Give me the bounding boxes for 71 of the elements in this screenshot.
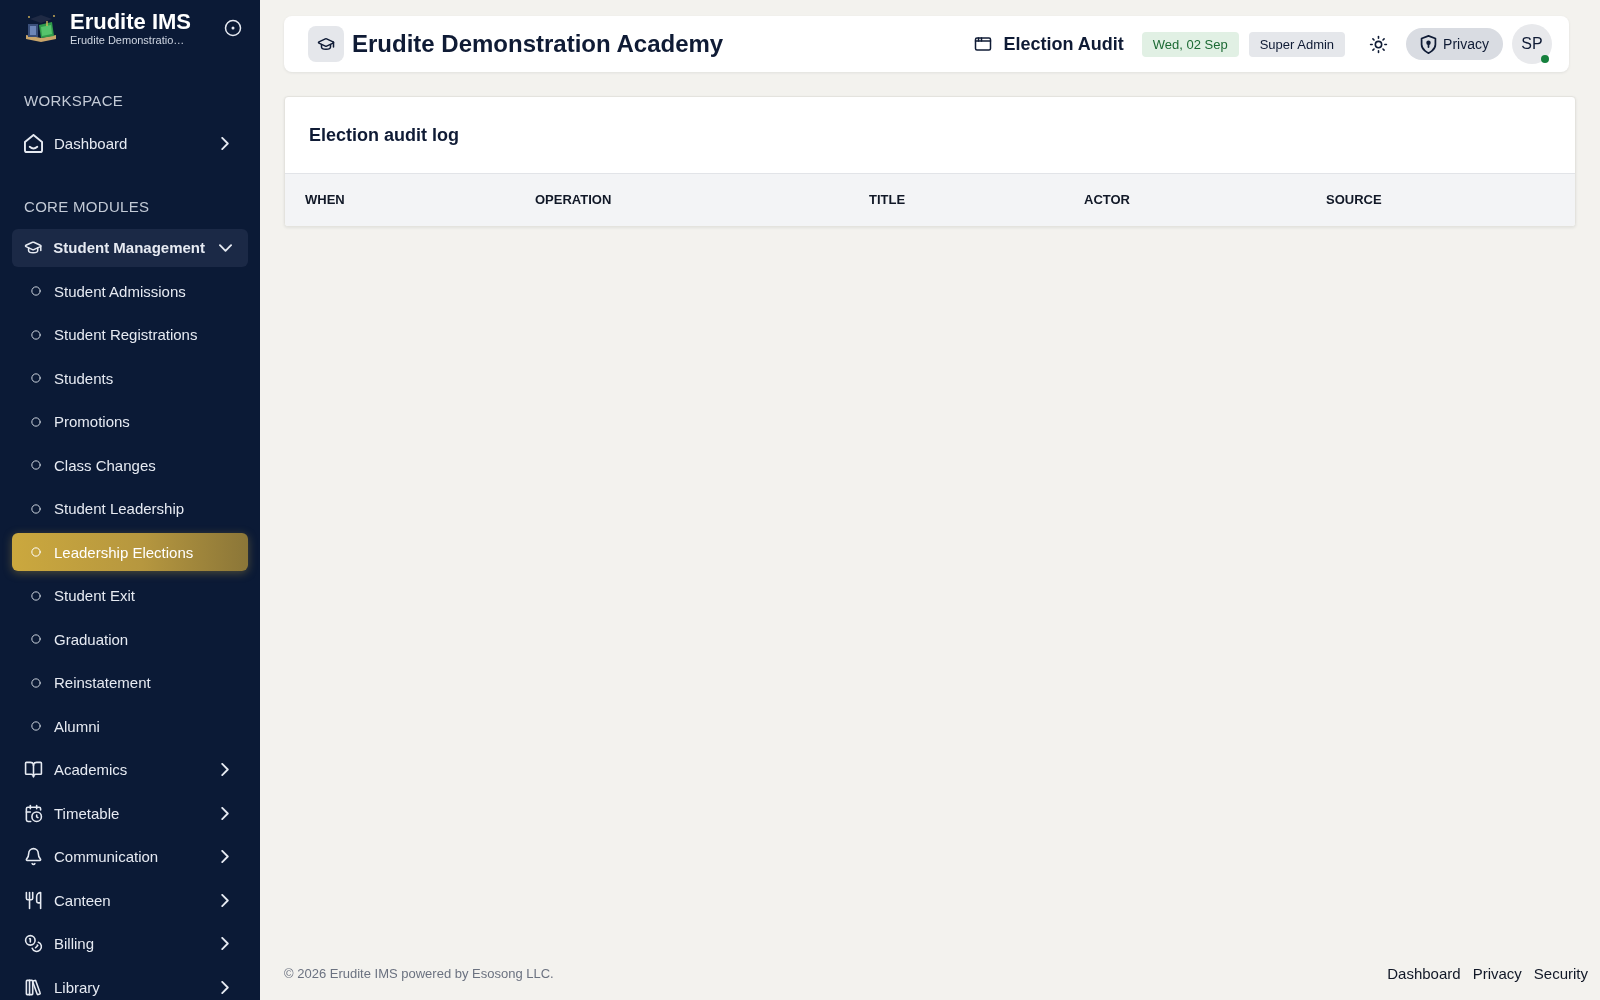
circle-icon <box>31 416 41 427</box>
footer-link[interactable]: Dashboard <box>1387 965 1461 982</box>
chevron-right-icon <box>221 763 229 776</box>
chevron-right-icon <box>221 806 229 820</box>
circle-icon <box>31 460 41 470</box>
chevron-right-icon <box>221 850 229 863</box>
footer-link[interactable]: Privacy <box>1472 965 1522 982</box>
nav-item[interactable]: Library <box>12 968 248 1000</box>
column-header: ACTOR <box>1064 173 1306 226</box>
circle-icon <box>31 373 41 383</box>
footer-link[interactable]: Security <box>1533 965 1588 982</box>
graduation-cap-icon <box>24 238 43 257</box>
shield-icon <box>1420 34 1438 54</box>
copyright-text: © 2026 Erudite IMS powered by Esosong LLC. <box>284 966 554 981</box>
chevron-right-icon <box>221 893 229 907</box>
nav-subitem[interactable]: Graduation <box>12 620 248 658</box>
chevron-right-icon <box>221 937 229 950</box>
privacy-button[interactable]: Privacy <box>1406 28 1503 60</box>
nav-subitem[interactable]: Students <box>12 359 248 397</box>
circle-icon <box>31 721 41 731</box>
section-heading: CORE MODULES <box>23 196 151 217</box>
sun-icon[interactable] <box>1369 34 1389 54</box>
circle-icon <box>31 286 41 296</box>
circle-icon <box>31 634 41 644</box>
school-title: Erudite Demonstration Academy <box>352 30 725 58</box>
nav-item[interactable]: Academics <box>12 750 248 789</box>
nav-subitem[interactable]: Student Admissions <box>12 272 248 310</box>
section-heading: WORKSPACE <box>23 91 125 111</box>
chevron-right-icon <box>221 980 229 994</box>
calendar-clock-icon <box>24 803 43 823</box>
home-icon <box>24 133 43 153</box>
nav-subitem[interactable]: Alumni <box>12 707 248 745</box>
target-icon[interactable] <box>224 19 242 37</box>
date-badge: Wed, 02 Sep <box>1141 31 1239 57</box>
nav-item[interactable]: Canteen <box>12 881 248 919</box>
nav-subitem[interactable]: Student Registrations <box>12 315 248 354</box>
books-logo-icon <box>24 13 58 43</box>
nav-subitem[interactable]: Promotions <box>12 402 248 441</box>
nav-item[interactable]: Student Management <box>12 228 248 267</box>
chevron-down-icon <box>218 243 232 252</box>
nav-subitem[interactable]: Reinstatement <box>12 663 248 702</box>
window-icon <box>974 35 993 53</box>
nav-item[interactable]: Communication <box>12 837 248 876</box>
nav-item[interactable]: Timetable <box>12 794 248 832</box>
coins-icon <box>24 934 43 953</box>
nav-subitem[interactable]: Class Changes <box>12 446 248 484</box>
brand-title: Erudite IMS <box>70 9 192 34</box>
avatar[interactable]: SP <box>1512 24 1552 64</box>
nav-subitem[interactable]: Student Exit <box>12 576 248 615</box>
page-title: Election Audit <box>1003 33 1124 55</box>
bell-icon <box>24 847 43 866</box>
circle-icon <box>31 590 41 601</box>
nav-item[interactable]: Billing <box>12 924 248 963</box>
circle-icon <box>31 677 41 688</box>
open-book-icon <box>24 760 43 779</box>
card-title: Election audit log <box>309 124 459 146</box>
column-header: TITLE <box>849 173 1064 226</box>
nav-subitem[interactable]: Student Leadership <box>12 489 248 528</box>
books-icon <box>24 977 43 997</box>
graduation-cap-icon <box>308 26 344 62</box>
circle-icon <box>31 547 41 557</box>
brand-subtitle: Erudite Demonstratio… <box>70 33 186 47</box>
column-header: OPERATION <box>515 173 849 226</box>
fork-knife-icon <box>24 890 43 910</box>
role-badge: Super Admin <box>1248 31 1346 57</box>
column-header: SOURCE <box>1306 173 1575 226</box>
circle-icon <box>31 329 41 340</box>
column-header: WHEN <box>285 173 515 226</box>
chevron-right-icon <box>221 136 229 150</box>
circle-icon <box>31 503 41 514</box>
nav-item[interactable]: Dashboard <box>12 124 248 162</box>
